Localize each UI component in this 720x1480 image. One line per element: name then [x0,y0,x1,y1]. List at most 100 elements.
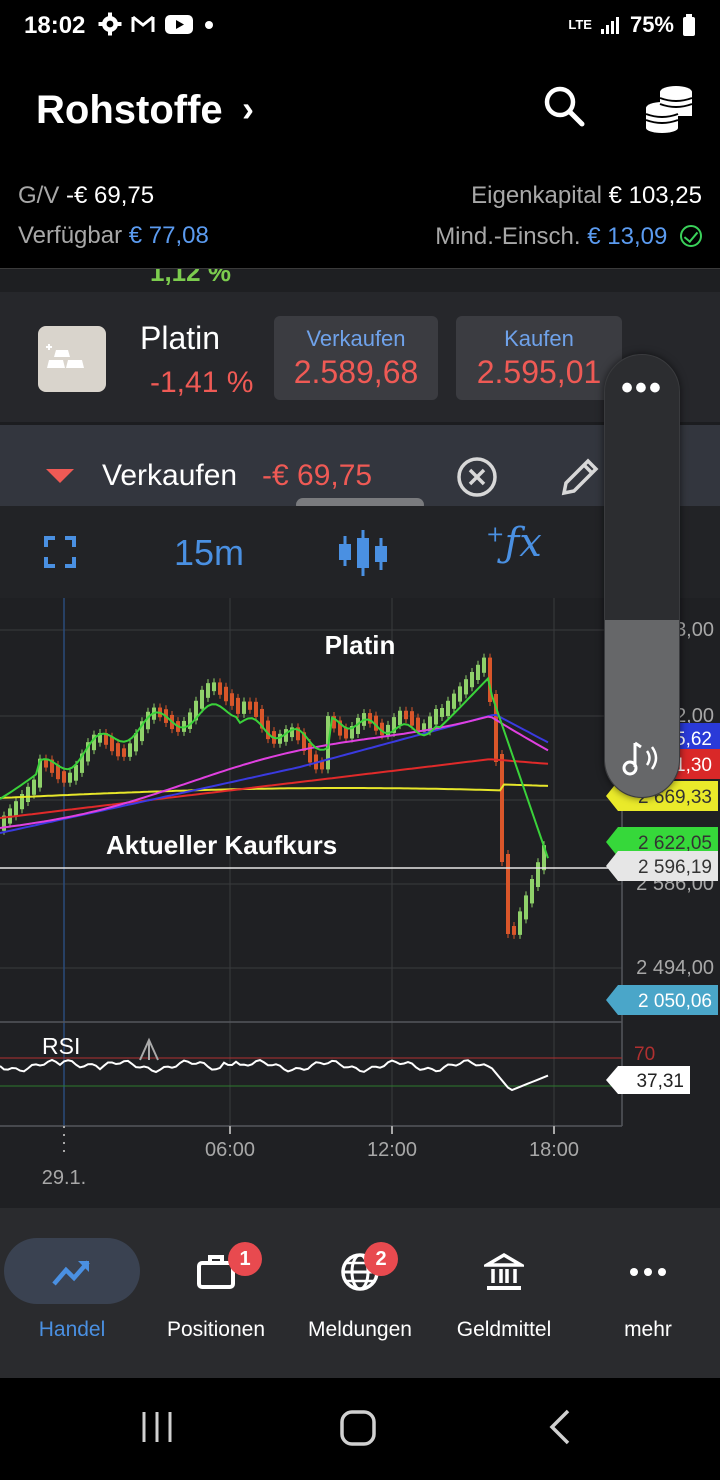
candle-body [122,748,126,757]
account-row-2: Verfügbar € 77,08 Mind.-Einsch. € 13,09 [18,222,702,250]
candle-body [224,686,228,702]
nav-positionen[interactable]: 1 Positionen [144,1238,288,1342]
status-bar: 18:02 LTE 75% [0,0,720,52]
back-icon[interactable] [546,1408,574,1446]
more-icon [630,1268,666,1276]
pl-label: G/V [18,182,60,209]
rsi-arrow-icon [139,1037,159,1061]
candle-body [230,693,234,706]
bank-icon [484,1252,524,1290]
collapse-triangle-icon[interactable] [46,469,74,483]
position-direction: Verkaufen [102,459,238,492]
previous-item-peek: 1,12 % [0,268,720,292]
candle-body [206,683,210,698]
chevron-right-icon[interactable]: › [242,88,254,130]
nav-meldungen-icon-wrap: 2 [292,1238,428,1304]
nav-handel-icon-wrap [4,1238,140,1304]
nav-meldungen-label: Meldungen [308,1318,412,1341]
candle-body [440,708,444,717]
candle-body [68,772,72,783]
margin-label: Mind.-Einsch. [435,223,581,250]
candle-body [110,736,114,752]
check-circle-icon [680,225,702,247]
sell-label: Verkaufen [306,326,406,351]
moving-average-line [0,783,549,799]
price-tag-label: 2 622,05 [638,833,712,854]
candle-body [524,895,528,920]
candle-body [482,657,486,673]
volume-slider-overlay[interactable]: ••• [604,354,680,798]
candle-body [320,761,324,770]
timeframe-button[interactable]: 15m [174,532,244,574]
candle-body [404,710,408,720]
youtube-icon [165,15,193,34]
nav-mehr-icon-wrap [580,1238,716,1304]
instrument-name[interactable]: Platin [140,320,220,357]
search-icon[interactable] [540,82,588,130]
rsi-value-label: 37,31 [636,1071,684,1092]
candle-body [116,743,120,757]
system-navigation-bar [0,1378,720,1480]
nav-handel-label: Handel [38,1318,106,1341]
candle-body [248,701,252,710]
rsi-level-label: 70 [634,1044,655,1065]
candle-body [500,754,504,862]
candlestick-icon[interactable] [336,526,390,580]
status-right: LTE 75% [568,12,696,38]
price-tag-label: 1,30 [675,755,712,776]
equity-value: € 103,25 [608,182,702,209]
candle-body [446,700,450,716]
margin: Mind.-Einsch. € 13,09 [435,222,702,251]
sell-button[interactable]: Verkaufen 2.589,68 [274,316,438,400]
gold-bars-icon [38,326,106,392]
margin-value: € 13,09 [587,223,668,250]
pl-value: -€ 69,75 [66,182,155,209]
candle-body [434,708,438,725]
signal-icon [600,17,619,34]
candle-body [506,854,510,934]
nav-mehr[interactable]: mehr [576,1238,720,1342]
news-badge: 2 [364,1242,398,1276]
close-position-icon[interactable] [456,456,498,498]
coins-icon[interactable] [642,82,696,134]
buy-price: 2.595,01 [476,354,602,390]
nav-mehr-label: mehr [624,1318,672,1341]
candle-body [398,710,402,726]
price-tag-label: 2 596,19 [638,857,712,878]
price-tick-label: 2 494,00 [636,957,714,979]
more-options-icon[interactable]: ••• [605,369,679,408]
candle-body [254,701,258,717]
candle-body [200,689,204,709]
candle-body [266,720,270,740]
nav-meldungen[interactable]: 2 Meldungen [288,1238,432,1342]
available-label: Verfügbar [18,222,123,249]
nav-geldmittel-label: Geldmittel [456,1318,552,1341]
battery-percent: 75% [629,12,674,37]
nav-geldmittel-icon-wrap [436,1238,572,1304]
time-axis-label: 06:00 [205,1139,255,1161]
candle-body [410,711,414,726]
buy-button[interactable]: Kaufen 2.595,01 [456,316,622,400]
candle-body [212,682,216,692]
candle-body [74,764,78,781]
candle-body [470,672,474,688]
candle-body [236,697,240,714]
home-icon[interactable] [340,1410,376,1446]
edit-pencil-icon[interactable] [558,455,602,499]
status-time: 18:02 [24,12,86,39]
chart-title: Platin [325,630,396,660]
settings-icon [98,12,122,36]
rsi-label: RSI [42,1033,80,1059]
nav-handel[interactable]: Handel [0,1238,144,1342]
candle-body [530,879,534,904]
fullscreen-icon[interactable] [44,536,76,568]
indicators-fx-icon[interactable]: +ƒx [486,520,542,566]
candle-body [464,679,468,695]
equity-label: Eigenkapital [471,182,602,209]
nav-positionen-label: Positionen [166,1318,266,1341]
page-title[interactable]: Rohstoffe [36,88,223,133]
media-volume-icon[interactable] [621,739,665,779]
recent-apps-icon[interactable] [140,1410,174,1444]
nav-geldmittel[interactable]: Geldmittel [432,1238,576,1342]
equity: Eigenkapital € 103,25 [471,182,702,210]
